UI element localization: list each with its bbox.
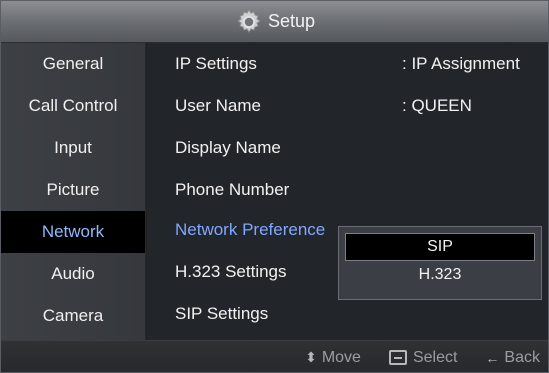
- back-arrow-icon: ←: [485, 349, 500, 366]
- sidebar-item-audio[interactable]: Audio: [1, 253, 145, 295]
- page-title: Setup: [267, 11, 316, 31]
- network-preference-dropdown[interactable]: SIP H.323: [338, 226, 542, 300]
- setting-row-display-name[interactable]: Display Name: [147, 127, 548, 169]
- setting-value: : QUEEN: [402, 96, 472, 115]
- dropdown-option-sip[interactable]: SIP: [345, 233, 535, 261]
- enter-icon: [388, 350, 407, 365]
- dropdown-option-h323[interactable]: H.323: [345, 261, 535, 289]
- sidebar-item-camera[interactable]: Camera: [1, 295, 145, 337]
- setting-label: SIP Settings: [175, 304, 269, 323]
- sidebar-item-picture[interactable]: Picture: [1, 169, 145, 211]
- setting-label: Display Name: [175, 138, 281, 157]
- sidebar-item-call-control[interactable]: Call Control: [1, 85, 145, 127]
- setting-label: Phone Number: [175, 180, 290, 199]
- setting-label: Network Preference: [175, 220, 326, 239]
- setting-label: User Name: [175, 96, 261, 115]
- gear-icon: [236, 8, 262, 35]
- sidebar-item-input[interactable]: Input: [1, 127, 145, 169]
- setting-value: : IP Assignment: [402, 54, 520, 73]
- setup-screen: Setup General Call Control Input Picture…: [0, 0, 549, 373]
- up-down-icon: ⬍: [305, 349, 317, 365]
- back-hint: ← Back: [485, 348, 540, 366]
- sidebar-item-network[interactable]: Network: [1, 211, 145, 253]
- setting-row-user-name[interactable]: User Name : QUEEN: [147, 85, 548, 127]
- move-hint: ⬍ Move: [305, 348, 361, 366]
- setting-row-phone-number[interactable]: Phone Number: [147, 169, 548, 211]
- setting-label: H.323 Settings: [175, 262, 287, 281]
- title-bar: Setup: [1, 1, 548, 43]
- sidebar-item-general[interactable]: General: [1, 43, 145, 85]
- sidebar: General Call Control Input Picture Netwo…: [1, 43, 146, 340]
- select-hint: Select: [388, 349, 457, 367]
- setting-label: IP Settings: [175, 54, 257, 73]
- setting-row-ip-settings[interactable]: IP Settings : IP Assignment: [147, 43, 548, 85]
- footer-hints: ⬍ Move Select ← Back: [1, 340, 548, 372]
